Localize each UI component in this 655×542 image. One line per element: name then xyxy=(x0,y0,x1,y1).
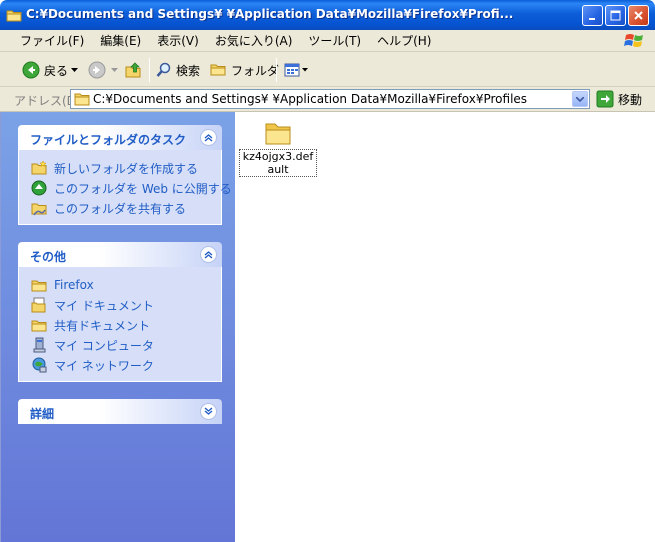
task-pane: ファイルとフォルダのタスク 新しいフォルダを作成する このフォルダを Web に… xyxy=(0,112,235,542)
folder-icon xyxy=(6,10,22,22)
go-arrow-icon xyxy=(596,90,614,108)
minimize-icon xyxy=(589,18,595,20)
folder-icon xyxy=(74,93,90,106)
folder-item[interactable]: kz4ojgx3.default xyxy=(238,120,318,177)
task-label: マイ コンピュータ xyxy=(54,338,154,353)
window-title: C:¥Documents and Settings¥ ¥Application … xyxy=(26,7,514,21)
chevron-up-icon xyxy=(204,251,213,259)
file-folder-tasks-panel: ファイルとフォルダのタスク 新しいフォルダを作成する このフォルダを Web に… xyxy=(18,125,232,225)
up-folder-icon xyxy=(125,62,141,78)
folders-button[interactable]: フォルダ xyxy=(210,58,279,82)
place-shared-documents[interactable]: 共有ドキュメント xyxy=(19,315,221,335)
search-label: 検索 xyxy=(176,63,201,78)
search-button[interactable]: 検索 xyxy=(156,58,200,82)
other-places-body: Firefox マイ ドキュメント 共有ドキュメント マイ コンピュータ マイ … xyxy=(18,267,222,382)
task-label: 共有ドキュメント xyxy=(54,318,151,333)
documents-icon xyxy=(31,297,46,313)
chevron-down-icon xyxy=(204,407,213,415)
address-bar: アドレス(D) C:¥Documents and Settings¥ ¥Appl… xyxy=(0,87,655,112)
search-icon xyxy=(156,62,171,77)
folder-icon xyxy=(265,123,291,145)
back-label: 戻る xyxy=(44,63,69,78)
panel-title: 詳細 xyxy=(30,407,55,421)
chevron-down-icon xyxy=(71,67,78,72)
folders-label: フォルダ xyxy=(231,63,280,78)
task-new-folder[interactable]: 新しいフォルダを作成する xyxy=(19,158,221,178)
toolbar-separator xyxy=(276,58,277,82)
minimize-button[interactable] xyxy=(582,5,603,26)
forward-button[interactable] xyxy=(88,58,106,82)
back-dropdown-button[interactable] xyxy=(71,58,78,82)
task-label: マイ ドキュメント xyxy=(54,298,154,313)
menu-favorites[interactable]: お気に入り(A) xyxy=(207,32,301,49)
task-label: このフォルダを共有する xyxy=(54,201,187,216)
go-label: 移動 xyxy=(618,92,643,107)
task-label: 新しいフォルダを作成する xyxy=(54,161,199,176)
back-arrow-icon xyxy=(22,61,40,79)
task-share-folder[interactable]: このフォルダを共有する xyxy=(19,198,221,218)
file-folder-tasks-body: 新しいフォルダを作成する このフォルダを Web に公開する このフォルダを共有… xyxy=(18,150,232,225)
computer-icon xyxy=(33,337,46,353)
chevron-down-icon xyxy=(111,67,118,72)
task-label: このフォルダを Web に公開する xyxy=(54,181,232,196)
maximize-button[interactable] xyxy=(605,5,626,26)
new-folder-icon xyxy=(31,160,47,175)
shared-folder-icon xyxy=(31,203,47,216)
up-folder-button[interactable] xyxy=(125,58,143,82)
menu-file[interactable]: ファイル(F) xyxy=(12,32,92,49)
address-dropdown-button[interactable] xyxy=(572,91,588,107)
menu-help[interactable]: ヘルプ(H) xyxy=(369,32,439,49)
menu-edit[interactable]: 編集(E) xyxy=(92,32,149,49)
views-button[interactable] xyxy=(284,58,308,82)
title-bar[interactable]: C:¥Documents and Settings¥ ¥Application … xyxy=(0,0,655,30)
address-value: C:¥Documents and Settings¥ ¥Application … xyxy=(93,92,528,106)
place-firefox[interactable]: Firefox xyxy=(19,275,221,295)
panel-title: ファイルとフォルダのタスク xyxy=(30,133,187,147)
toolbar-separator xyxy=(149,58,150,82)
menu-view[interactable]: 表示(V) xyxy=(149,32,207,49)
other-places-panel: その他 Firefox マイ ドキュメント 共有ドキュメント マイ コンピュータ xyxy=(18,242,222,382)
back-button[interactable]: 戻る xyxy=(22,58,68,82)
forward-arrow-icon xyxy=(88,61,106,79)
menu-tools[interactable]: ツール(T) xyxy=(300,32,369,49)
folder-icon xyxy=(31,320,47,332)
expand-button[interactable] xyxy=(200,403,217,420)
file-folder-tasks-header[interactable]: ファイルとフォルダのタスク xyxy=(18,125,222,150)
place-my-documents[interactable]: マイ ドキュメント xyxy=(19,295,221,315)
task-label: Firefox xyxy=(54,278,94,292)
go-button[interactable]: 移動 xyxy=(596,90,642,108)
panel-title: その他 xyxy=(30,250,67,264)
windows-logo-icon xyxy=(624,34,643,47)
folder-name: kz4ojgx3.default xyxy=(239,149,317,177)
task-label: マイ ネットワーク xyxy=(54,358,154,373)
forward-dropdown-button[interactable] xyxy=(111,58,118,82)
place-my-network[interactable]: マイ ネットワーク xyxy=(19,355,221,375)
place-my-computer[interactable]: マイ コンピュータ xyxy=(19,335,221,355)
file-list-view[interactable]: kz4ojgx3.default xyxy=(235,112,655,542)
toolbar: 戻る 検索 フォルダ xyxy=(0,52,655,87)
maximize-icon xyxy=(610,10,621,21)
details-header[interactable]: 詳細 xyxy=(18,399,222,424)
views-icon xyxy=(284,63,300,77)
folder-icon xyxy=(210,64,226,76)
task-publish-web[interactable]: このフォルダを Web に公開する xyxy=(19,178,232,198)
other-places-header[interactable]: その他 xyxy=(18,242,222,267)
network-icon xyxy=(32,357,47,373)
chevron-down-icon xyxy=(302,68,308,72)
folder-icon xyxy=(31,280,47,292)
chevron-up-icon xyxy=(204,134,213,142)
close-icon xyxy=(634,11,643,20)
close-button[interactable] xyxy=(628,5,649,26)
address-input[interactable]: C:¥Documents and Settings¥ ¥Application … xyxy=(70,89,590,109)
globe-icon xyxy=(31,180,47,196)
chevron-down-icon xyxy=(576,96,584,102)
collapse-button[interactable] xyxy=(200,129,217,146)
menu-bar: ファイル(F) 編集(E) 表示(V) お気に入り(A) ツール(T) ヘルプ(… xyxy=(0,30,655,52)
details-panel: 詳細 xyxy=(18,399,222,424)
collapse-button[interactable] xyxy=(200,246,217,263)
